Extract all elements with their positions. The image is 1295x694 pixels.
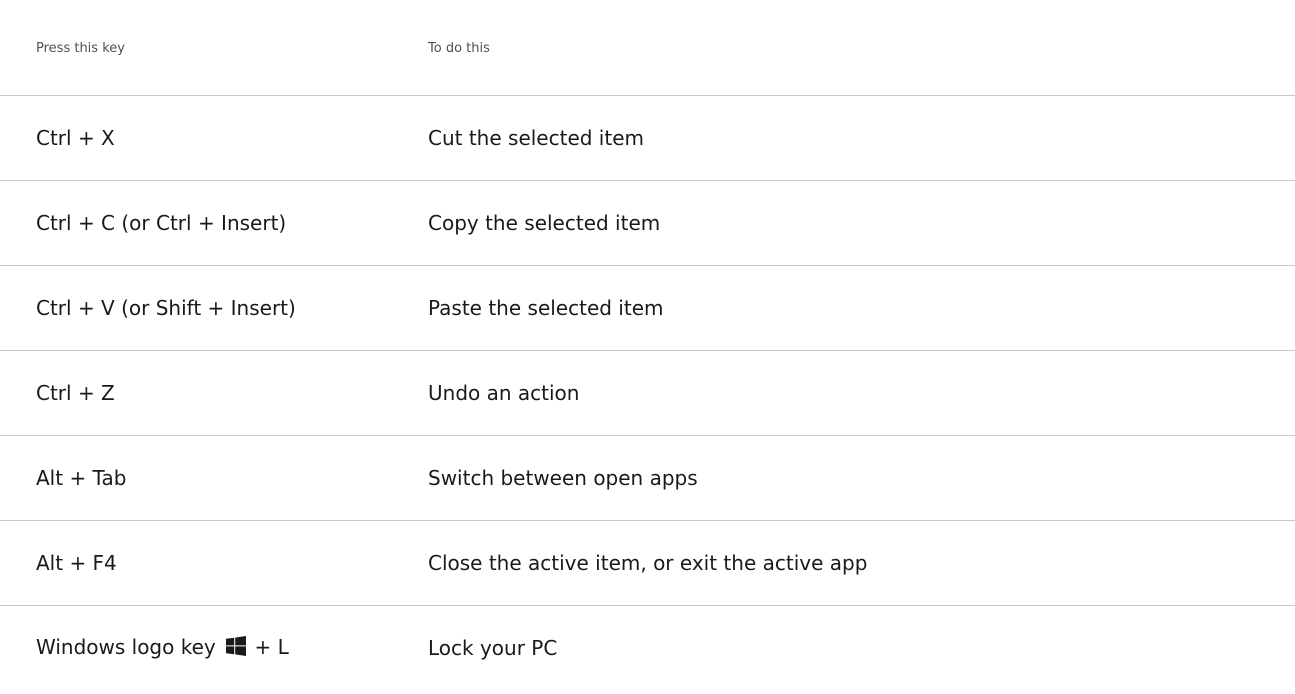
windows-logo-icon [226, 635, 247, 661]
shortcut-key: Ctrl + V (or Shift + Insert) [36, 295, 296, 320]
shortcut-action: Cut the selected item [428, 125, 644, 150]
shortcut-key: Alt + Tab [36, 465, 127, 490]
table-row: Windows logo key + L Lock your PC [0, 605, 1295, 690]
shortcut-action: Copy the selected item [428, 210, 661, 235]
header-action: To do this [428, 40, 490, 56]
shortcuts-table: Press this key To do this Ctrl + X Cut t… [0, 0, 1295, 690]
shortcut-key: Ctrl + Z [36, 380, 115, 405]
shortcut-key: Ctrl + C (or Ctrl + Insert) [36, 210, 287, 235]
table-row: Ctrl + C (or Ctrl + Insert) Copy the sel… [0, 180, 1295, 265]
shortcut-key-suffix: + L [248, 634, 289, 659]
table-row: Ctrl + X Cut the selected item [0, 95, 1295, 180]
table-row: Ctrl + Z Undo an action [0, 350, 1295, 435]
shortcut-key-prefix: Windows logo key [36, 634, 223, 659]
shortcut-action: Undo an action [428, 380, 580, 405]
table-row: Ctrl + V (or Shift + Insert) Paste the s… [0, 265, 1295, 350]
header-key: Press this key [36, 40, 125, 56]
shortcut-key: Ctrl + X [36, 125, 115, 150]
table-header-row: Press this key To do this [0, 0, 1295, 95]
shortcut-action: Close the active item, or exit the activ… [428, 550, 868, 575]
table-row: Alt + F4 Close the active item, or exit … [0, 520, 1295, 605]
shortcut-action: Switch between open apps [428, 465, 698, 490]
shortcut-action: Paste the selected item [428, 295, 664, 320]
shortcut-action: Lock your PC [428, 635, 558, 660]
table-row: Alt + Tab Switch between open apps [0, 435, 1295, 520]
shortcut-key: Windows logo key + L [0, 605, 428, 690]
shortcut-key: Alt + F4 [36, 550, 117, 575]
